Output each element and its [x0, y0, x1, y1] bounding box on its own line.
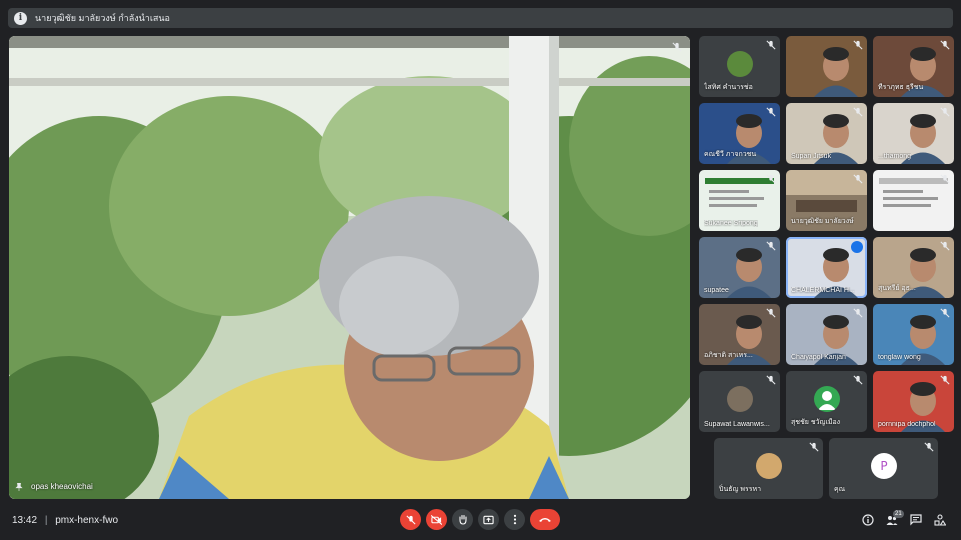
participant-tile[interactable]: CHALERMCHAI H... [786, 237, 867, 298]
activities-icon [934, 514, 946, 526]
mic-off-icon [853, 375, 863, 385]
video-frame-image [9, 36, 690, 499]
mic-off-icon [940, 375, 950, 385]
mic-off-icon [940, 241, 950, 251]
participants-button[interactable]: 21 [884, 510, 904, 528]
mic-off-icon [766, 375, 776, 385]
main-video-feed[interactable]: opas kheaovichai [9, 36, 690, 499]
mic-off-icon [766, 308, 776, 318]
more-vertical-icon [513, 514, 516, 525]
mic-off-icon [766, 241, 776, 251]
participant-tile[interactable]: คณชีวี ภาจกวชน [699, 103, 780, 164]
present-now-button[interactable] [478, 509, 499, 530]
presenting-text: นายวุฒิชัย มาลัยวงษ์ กำลังนำเสนอ [35, 13, 170, 23]
participant-tile[interactable]: P คุณ [829, 438, 938, 499]
participant-tile[interactable]: ปิ่นธัญ พรรหา [714, 438, 823, 499]
mic-off-icon [940, 174, 950, 184]
chat-button[interactable] [908, 512, 924, 528]
participant-name: supatee [704, 287, 729, 294]
mic-off-icon [853, 174, 863, 184]
speaking-indicator-icon [851, 241, 863, 253]
participant-name: ไสทิศ คำนารช่อ [704, 84, 753, 91]
participant-name: ...thamong [878, 153, 912, 160]
participant-tile[interactable]: tonglaw wong [873, 304, 954, 365]
svg-text:P: P [880, 459, 887, 473]
participant-tile[interactable]: Supawat Lawanwis... [699, 371, 780, 432]
participant-tile[interactable]: นายวุฒิชัย มาลัยวงษ์ [786, 170, 867, 231]
participant-tile[interactable]: สุนทรีย์ อุธ... [873, 237, 954, 298]
main-participant-tag: opas kheaovichai [15, 482, 93, 491]
participant-tile[interactable]: pornnipa dochphol [873, 371, 954, 432]
participant-name: สุนทรีย์ อุธ... [878, 285, 916, 292]
mic-off-icon [940, 107, 950, 117]
participant-tile[interactable] [786, 36, 867, 97]
info-icon [862, 514, 874, 526]
participant-name: tonglaw wong [878, 354, 921, 361]
mic-off-icon [853, 40, 863, 50]
separator: | [44, 515, 48, 526]
participant-tile[interactable]: supatee [699, 237, 780, 298]
mic-off-icon [853, 308, 863, 318]
info-icon[interactable]: i [14, 11, 27, 25]
participant-tile[interactable]: ...thamong [873, 103, 954, 164]
leave-call-button[interactable] [530, 509, 560, 530]
participant-name: Chaiyapol Kanjan [791, 354, 846, 361]
meeting-code[interactable]: pmx-henx-fwo [55, 515, 118, 526]
mic-off-icon [853, 107, 863, 117]
avatar [755, 453, 782, 480]
participant-name: อภิชาติ สาเหร... [704, 352, 753, 359]
mic-off-icon [766, 174, 776, 184]
participant-tile[interactable]: Sukanee Sripong [699, 170, 780, 231]
camera-toggle-button[interactable] [426, 509, 447, 530]
raise-hand-button[interactable] [452, 509, 473, 530]
end-call-icon [539, 518, 551, 522]
participant-name: สุชชัย ชวัญเมือง [791, 419, 841, 426]
participant-name: Sukanee Sripong [704, 220, 758, 227]
mic-off-icon [672, 42, 682, 52]
mic-off-icon [940, 308, 950, 318]
meet-window: i นายวุฒิชัย มาลัยวงษ์ กำลังนำเสนอ opas … [0, 0, 961, 540]
hand-icon [458, 514, 467, 525]
mic-off-icon [766, 107, 776, 117]
participant-tile[interactable]: ทีราภุทธ ธุรีชน [873, 36, 954, 97]
participant-tile[interactable]: สุชชัย ชวัญเมือง [786, 371, 867, 432]
participant-tile[interactable]: ไสทิศ คำนารช่อ [699, 36, 780, 97]
avatar [813, 386, 840, 413]
participant-tile[interactable]: Chaiyapol Kanjan [786, 304, 867, 365]
avatar: P [870, 453, 897, 480]
participant-name: Supawat Lawanwis... [704, 421, 770, 428]
participant-tile[interactable]: Supan Jitsuk [786, 103, 867, 164]
participant-tile[interactable] [873, 170, 954, 231]
participant-name: คุณ [834, 486, 846, 493]
meeting-info: 13:42 | pmx-henx-fwo [12, 515, 118, 526]
mic-off-icon [405, 514, 416, 525]
meeting-details-button[interactable] [860, 512, 876, 528]
participant-name: Supan Jitsuk [791, 153, 832, 160]
participant-tile[interactable]: อภิชาติ สาเหร... [699, 304, 780, 365]
mic-off-icon [766, 40, 776, 50]
participant-name: ทีราภุทธ ธุรีชน [878, 84, 924, 91]
presenting-banner: i นายวุฒิชัย มาลัยวงษ์ กำลังนำเสนอ [8, 8, 953, 28]
mic-off-icon [924, 442, 934, 452]
mic-off-icon [809, 442, 819, 452]
participant-name: pornnipa dochphol [878, 421, 936, 428]
chat-icon [910, 514, 922, 526]
participant-name: นายวุฒิชัย มาลัยวงษ์ [791, 218, 854, 225]
bottom-toolbar: 13:42 | pmx-henx-fwo 21 [0, 505, 961, 540]
clock-time: 13:42 [12, 515, 38, 526]
camera-off-icon [431, 514, 442, 525]
participant-name: CHALERMCHAI H... [791, 287, 855, 294]
avatar [726, 386, 753, 413]
pin-icon[interactable] [15, 482, 23, 491]
avatar [726, 51, 753, 78]
more-options-button[interactable] [504, 509, 525, 530]
main-participant-name: opas kheaovichai [31, 482, 93, 491]
microphone-toggle-button[interactable] [400, 509, 421, 530]
participant-name: ปิ่นธัญ พรรหา [719, 486, 762, 493]
activities-button[interactable] [932, 512, 948, 528]
participant-name: คณชีวี ภาจกวชน [704, 151, 757, 158]
participant-count-badge: 21 [893, 510, 904, 518]
mic-off-icon [940, 40, 950, 50]
present-screen-icon [483, 515, 494, 524]
